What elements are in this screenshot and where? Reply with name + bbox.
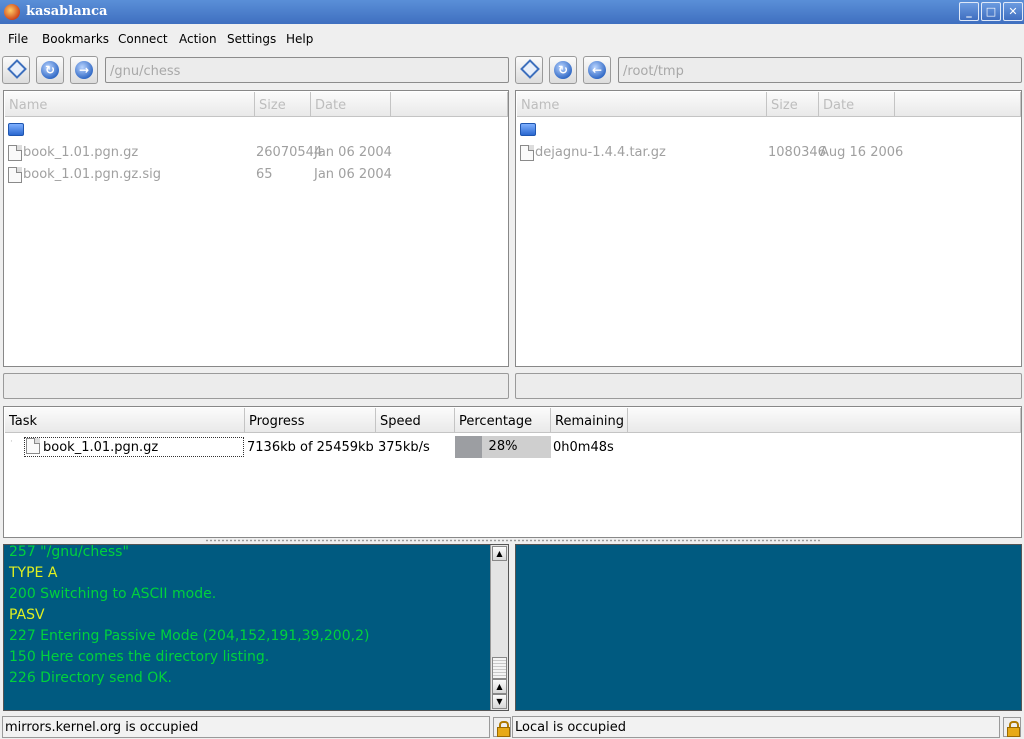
menu-file[interactable]: File — [8, 32, 28, 46]
right-refresh-button[interactable]: ↻ — [549, 56, 577, 84]
left-col-filler — [391, 92, 508, 117]
log-line: 200 Switching to ASCII mode. — [9, 586, 217, 602]
menu-action[interactable]: Action — [179, 32, 217, 46]
log-line: 150 Here comes the directory listing. — [9, 649, 270, 665]
col-speed[interactable]: Speed — [376, 408, 455, 433]
table-row[interactable]: book_1.01.pgn.gz.sig 65 Jan 06 2004 — [6, 167, 506, 185]
left-lock-icon — [493, 717, 511, 737]
folder-up-icon — [520, 123, 536, 136]
transfer-row[interactable]: · book_1.01.pgn.gz 7136kb of 25459kb 375… — [4, 436, 1019, 458]
menu-connect[interactable]: Connect — [118, 32, 168, 46]
task-progress-bar: 28% — [455, 436, 551, 458]
left-log-pane[interactable]: 257 "/gnu/chess" TYPE A 200 Switching to A… — [3, 544, 509, 711]
scroll-up-button-lower[interactable]: ▲ — [492, 679, 507, 694]
kasablanca-app-icon — [4, 4, 20, 20]
bookmark-icon — [520, 59, 540, 79]
file-date: Aug 16 2006 — [820, 145, 904, 160]
scroll-up-button[interactable]: ▲ — [492, 546, 507, 561]
right-bookmark-button[interactable] — [515, 56, 543, 84]
maximize-button[interactable]: □ — [981, 2, 1001, 21]
task-progress: 7136kb of 25459kb — [247, 440, 374, 455]
task-speed: 375kb/s — [378, 440, 430, 455]
log-line: PASV — [9, 607, 45, 623]
right-file-list[interactable]: Name Size Date dejagnu-1.4.4.tar.gz 1080… — [515, 90, 1022, 367]
menu-bar: File Bookmarks Connect Action Settings H… — [0, 27, 1024, 51]
file-icon — [8, 145, 22, 161]
arrow-up-icon: ▲ — [496, 549, 503, 558]
left-parent-dir-row[interactable] — [6, 123, 506, 141]
right-col-filler — [895, 92, 1021, 117]
bookmark-icon — [7, 59, 27, 79]
file-icon — [26, 438, 40, 454]
file-date: Jan 06 2004 — [314, 167, 392, 182]
col-percentage[interactable]: Percentage — [455, 408, 551, 433]
left-col-name[interactable]: Name — [5, 92, 255, 117]
minimize-icon: _ — [966, 5, 972, 18]
left-col-date[interactable]: Date — [311, 92, 391, 117]
col-task[interactable]: Task — [5, 408, 245, 433]
right-lock-icon — [1003, 717, 1021, 737]
left-file-list[interactable]: Name Size Date book_1.01.pgn.gz 26070544… — [3, 90, 509, 367]
transfer-queue[interactable]: Task Progress Speed Percentage Remaining… — [3, 406, 1022, 538]
right-col-size[interactable]: Size — [767, 92, 819, 117]
right-parent-dir-row[interactable] — [518, 123, 1018, 141]
right-log-pane[interactable] — [515, 544, 1022, 711]
col-filler — [628, 408, 1021, 433]
refresh-icon: ↻ — [41, 61, 59, 79]
left-status: mirrors.kernel.org is occupied — [2, 716, 490, 738]
maximize-icon: □ — [985, 5, 997, 18]
right-info-field — [515, 373, 1022, 399]
file-icon — [8, 167, 22, 183]
arrow-up-icon: ▲ — [496, 682, 503, 691]
scroll-thumb[interactable] — [492, 657, 507, 679]
right-col-date[interactable]: Date — [819, 92, 895, 117]
log-line: 257 "/gnu/chess" — [9, 544, 129, 560]
right-path-field[interactable]: /root/tmp — [618, 57, 1022, 83]
log-line: 227 Entering Passive Mode (204,152,191,3… — [9, 628, 370, 644]
table-row[interactable]: dejagnu-1.4.4.tar.gz 1080346 Aug 16 2006 — [518, 145, 1018, 163]
right-col-name[interactable]: Name — [517, 92, 767, 117]
file-name: dejagnu-1.4.4.tar.gz — [535, 145, 666, 160]
folder-up-icon — [8, 123, 24, 136]
scroll-down-button[interactable]: ▼ — [492, 694, 507, 709]
file-name: book_1.01.pgn.gz — [23, 145, 139, 160]
close-icon: ✕ — [1008, 5, 1018, 18]
left-info-field — [3, 373, 509, 399]
col-progress[interactable]: Progress — [245, 408, 376, 433]
table-row[interactable]: book_1.01.pgn.gz 26070544 Jan 06 2004 — [6, 145, 506, 163]
file-size: 26070544 — [256, 145, 323, 160]
arrow-down-icon: ▼ — [496, 697, 503, 706]
task-name: book_1.01.pgn.gz — [43, 440, 159, 455]
menu-help[interactable]: Help — [286, 32, 313, 46]
minimize-button[interactable]: _ — [959, 2, 979, 21]
task-remaining: 0h0m48s — [553, 440, 614, 455]
left-refresh-button[interactable]: ↻ — [36, 56, 64, 84]
menu-bookmarks[interactable]: Bookmarks — [42, 32, 109, 46]
file-name: book_1.01.pgn.gz.sig — [23, 167, 161, 182]
title-bar: kasablanca _ □ ✕ — [0, 0, 1024, 24]
file-icon — [520, 145, 534, 161]
left-bookmark-button[interactable] — [2, 56, 30, 84]
right-status: Local is occupied — [512, 716, 1000, 738]
right-back-button[interactable]: ← — [583, 56, 611, 84]
log-line: TYPE A — [9, 565, 58, 581]
tree-expander[interactable]: · — [10, 437, 13, 447]
col-remaining[interactable]: Remaining — [551, 408, 628, 433]
close-button[interactable]: ✕ — [1003, 2, 1023, 21]
arrow-right-icon: → — [75, 61, 93, 79]
file-size: 65 — [256, 167, 273, 182]
splitter-handle[interactable] — [205, 539, 821, 542]
file-size: 1080346 — [768, 145, 826, 160]
left-path-field[interactable]: /gnu/chess — [105, 57, 509, 83]
arrow-left-icon: ← — [588, 61, 606, 79]
menu-settings[interactable]: Settings — [227, 32, 276, 46]
left-forward-button[interactable]: → — [70, 56, 98, 84]
refresh-icon: ↻ — [554, 61, 572, 79]
left-col-size[interactable]: Size — [255, 92, 311, 117]
log-scrollbar[interactable]: ▲ ▲ ▼ — [490, 545, 508, 710]
file-date: Jan 06 2004 — [314, 145, 392, 160]
task-percentage: 28% — [488, 439, 518, 454]
window-title: kasablanca — [26, 4, 108, 19]
log-line: 226 Directory send OK. — [9, 670, 172, 686]
